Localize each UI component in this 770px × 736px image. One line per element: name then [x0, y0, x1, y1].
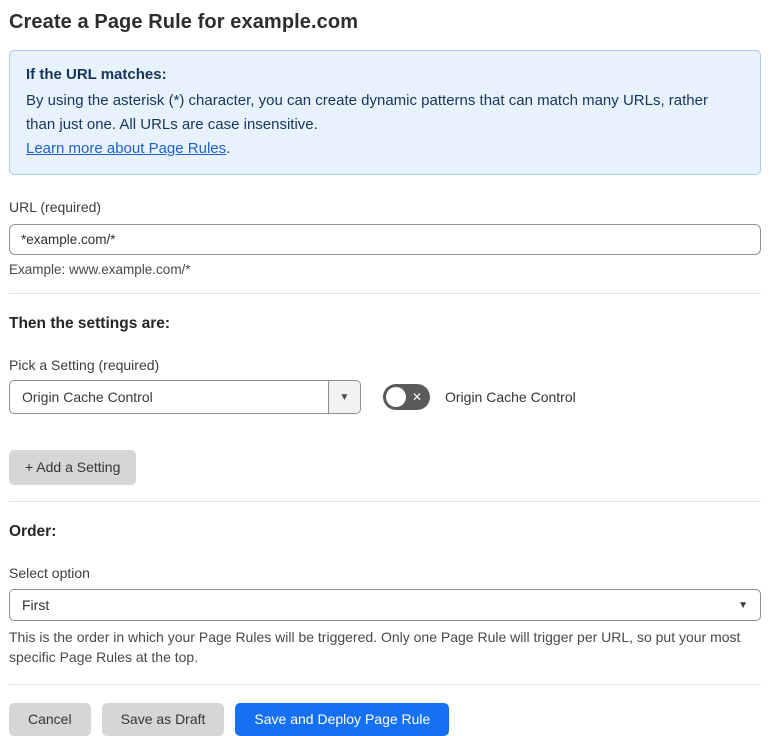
save-and-deploy-button[interactable]: Save and Deploy Page Rule	[235, 702, 450, 736]
order-select[interactable]: First ▼	[9, 589, 761, 621]
divider	[9, 293, 761, 294]
divider	[9, 501, 761, 502]
add-setting-button[interactable]: + Add a Setting	[9, 450, 137, 485]
order-select-label: Select option	[9, 565, 90, 581]
toggle-off-icon: ✕	[411, 390, 422, 404]
settings-section-heading: Then the settings are:	[9, 315, 171, 332]
origin-cache-control-toggle[interactable]: ✕	[383, 384, 430, 410]
info-box-body: By using the asterisk (*) character, you…	[26, 92, 708, 133]
url-field-label: URL (required)	[9, 199, 102, 215]
url-input[interactable]	[9, 224, 761, 255]
order-description: This is the order in which your Page Rul…	[9, 629, 741, 666]
learn-more-link[interactable]: Learn more about Page Rules	[26, 140, 226, 157]
toggle-label: Origin Cache Control	[445, 389, 576, 405]
page-title: Create a Page Rule for example.com	[9, 11, 359, 33]
toggle-knob	[386, 387, 406, 407]
origin-cache-control-toggle-group: ✕ Origin Cache Control	[383, 384, 576, 410]
footer-actions: Cancel Save as Draft Save and Deploy Pag…	[9, 702, 761, 736]
cancel-button[interactable]: Cancel	[9, 702, 91, 736]
order-section-heading: Order:	[9, 523, 57, 540]
pick-setting-label: Pick a Setting (required)	[9, 357, 160, 373]
create-page-rule-form: Create a Page Rule for example.com If th…	[0, 0, 770, 736]
setting-picker-row: Origin Cache Control ▼ ✕ Origin Cache Co…	[9, 380, 761, 414]
divider	[9, 683, 761, 685]
info-box-link-line: Learn more about Page Rules.	[26, 137, 744, 161]
setting-dropdown[interactable]: Origin Cache Control ▼	[9, 380, 361, 414]
setting-dropdown-value: Origin Cache Control	[22, 389, 153, 405]
link-suffix: .	[226, 140, 231, 157]
chevron-down-icon: ▼	[738, 599, 748, 611]
url-example-text: Example: www.example.com/*	[9, 262, 191, 277]
info-box-heading: If the URL matches:	[26, 66, 167, 83]
save-as-draft-button[interactable]: Save as Draft	[101, 702, 225, 736]
url-match-info-box: If the URL matches: By using the asteris…	[9, 50, 761, 175]
order-select-value: First	[22, 597, 50, 613]
chevron-down-icon[interactable]: ▼	[328, 381, 360, 413]
